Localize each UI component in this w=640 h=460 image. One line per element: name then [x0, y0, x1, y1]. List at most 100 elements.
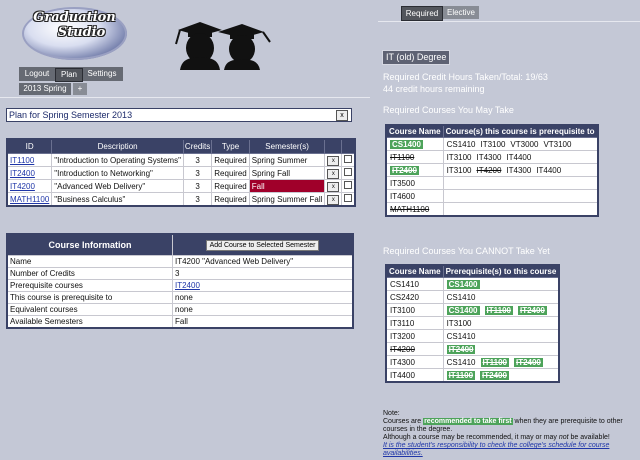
remove-course-button[interactable]: x [327, 155, 340, 166]
course-link[interactable]: IT1100 [10, 156, 34, 165]
col-course-name: Course Name [385, 124, 444, 138]
course-link[interactable]: MATH1100 [10, 195, 49, 204]
cannot-take-related-course: IT1100 [446, 370, 476, 380]
table-row[interactable]: IT4200 "Advanced Web Delivery" 3 Require… [6, 179, 356, 193]
add-semester-button[interactable]: + [73, 83, 87, 95]
table-row: CS2420 CS1410 [385, 290, 560, 304]
course-semesters: Fall [248, 179, 326, 193]
add-course-button[interactable]: Add Course to Selected Semester [205, 239, 320, 251]
may-take-course: IT1100 [390, 152, 415, 162]
credit-summary: Required Credit Hours Taken/Total: 19/63 [383, 72, 548, 82]
table-row: IT4600 [385, 189, 599, 203]
table-row: IT3110 IT3100 [385, 316, 560, 330]
may-take-course: IT4600 [390, 191, 415, 201]
info-row: Available Semesters Fall [6, 315, 354, 329]
cannot-take-related-course: CS1410 [446, 331, 476, 341]
may-take-course: IT3500 [390, 178, 415, 188]
info-label: Number of Credits [6, 267, 173, 280]
may-take-related-course: IT3100 [446, 165, 472, 175]
tab-elective[interactable]: Elective [443, 6, 479, 19]
course-semesters: Spring Fall [248, 166, 326, 180]
info-row: This course is prerequisite to none [6, 291, 354, 304]
cannot-take-related-course: IT2400 [513, 357, 543, 367]
tab-required[interactable]: Required [401, 6, 443, 21]
logo-line1: Graduation [33, 10, 116, 25]
course-credits: 3 [182, 153, 213, 167]
may-take-course: CS1400 [390, 139, 423, 149]
table-row: IT1100 IT3100 IT4300 IT4400 [385, 150, 599, 164]
info-row: Prerequisite courses IT2400 [6, 279, 354, 292]
plan-header-row: ID Description Credits Type Semester(s) [6, 138, 356, 154]
cannot-take-related-course: IT3100 [446, 318, 472, 328]
note-emphasis: not [558, 434, 569, 441]
cannot-take-course: IT4200 [390, 344, 415, 354]
cannot-take-title: Required Courses You CANNOT Take Yet [383, 246, 550, 256]
logo-line2: Studio [57, 25, 106, 40]
may-take-course: IT2400 [390, 165, 419, 175]
col-course-name: Course Name [385, 264, 444, 278]
info-row: Equivalent courses none [6, 303, 354, 316]
col-remove [324, 138, 343, 154]
table-row: IT3200 CS1410 [385, 329, 560, 343]
info-label: This course is prerequisite to [6, 291, 173, 304]
cannot-take-course: IT4300 [390, 357, 415, 367]
info-value: Fall [172, 315, 354, 329]
may-take-related-course: VT3100 [543, 139, 572, 149]
col-check [341, 138, 356, 154]
course-checkbox[interactable] [344, 194, 353, 202]
table-row: CS1410 CS1400 [385, 277, 560, 291]
nav-settings[interactable]: Settings [84, 68, 120, 80]
table-row: IT4400 IT1100 IT2400 [385, 368, 560, 383]
course-link[interactable]: IT4200 [10, 182, 35, 191]
course-link[interactable]: IT2400 [10, 169, 35, 178]
remove-course-button[interactable]: x [327, 181, 340, 192]
cannot-take-related-course: CS1400 [446, 279, 480, 289]
table-row: IT2400 IT3100 IT4200 IT4300 IT4400 [385, 163, 599, 177]
cannot-take-related-course: CS1400 [446, 305, 480, 315]
col-description: Description [51, 138, 184, 154]
col-prereq-to: Course(s) this course is prerequisite to [442, 124, 599, 138]
note-line3: It is the student's responsibility to ch… [383, 442, 610, 457]
col-id: ID [6, 138, 53, 154]
note-text: be available! [568, 434, 610, 441]
nav-plan[interactable]: Plan [55, 68, 83, 82]
prerequisite-link[interactable]: IT2400 [175, 281, 200, 290]
semester-tab[interactable]: 2013 Spring [19, 83, 71, 95]
info-row: Name IT4200 "Advanced Web Delivery" [6, 255, 354, 268]
course-description: "Advanced Web Delivery" [51, 179, 184, 193]
table-row: CS1400 CS1410 IT3100 VT3000 VT3100 [385, 137, 599, 151]
table-row: IT3500 [385, 176, 599, 190]
close-plan-button[interactable]: x [336, 110, 348, 121]
plan-title-bar: Plan for Spring Semester 2013 x [6, 108, 352, 122]
remove-course-button[interactable]: x [327, 194, 340, 205]
remove-course-button[interactable]: x [327, 168, 340, 179]
may-take-related-course: IT4400 [506, 152, 532, 162]
cannot-take-course: IT4400 [390, 370, 415, 380]
cannot-take-table: Course Name Prerequisite(s) to this cour… [385, 264, 561, 383]
info-value: none [172, 303, 354, 316]
info-value: IT4200 "Advanced Web Delivery" [172, 255, 354, 268]
course-checkbox[interactable] [344, 168, 353, 176]
may-take-related-course: IT4400 [536, 165, 562, 175]
course-checkbox[interactable] [344, 155, 353, 163]
cannot-take-related-course: CS1410 [446, 292, 476, 302]
nav-logout[interactable]: Logout [22, 68, 52, 80]
col-semesters: Semester(s) [248, 138, 326, 154]
table-row[interactable]: IT1100 "Introduction to Operating System… [6, 153, 356, 167]
course-credits: 3 [182, 166, 213, 180]
course-description: "Introduction to Networking" [51, 166, 184, 180]
table-row[interactable]: MATH1100 "Business Calculus" 3 Required … [6, 192, 356, 207]
table-row: MATH1100 [385, 202, 599, 217]
plan-title: Plan for Spring Semester 2013 [9, 110, 133, 120]
info-label: Equivalent courses [6, 303, 173, 316]
may-take-related-course: IT4300 [506, 165, 532, 175]
table-row[interactable]: IT2400 "Introduction to Networking" 3 Re… [6, 166, 356, 180]
info-value: 3 [172, 267, 354, 280]
course-description: "Business Calculus" [51, 192, 184, 207]
cannot-take-course: IT3110 [390, 318, 415, 328]
course-info-header: Course Information [6, 233, 173, 256]
may-take-related-course: IT4300 [476, 152, 502, 162]
cannot-take-related-course: CS1410 [446, 357, 476, 367]
course-checkbox[interactable] [344, 181, 353, 189]
cannot-take-course: CS1410 [390, 279, 419, 289]
